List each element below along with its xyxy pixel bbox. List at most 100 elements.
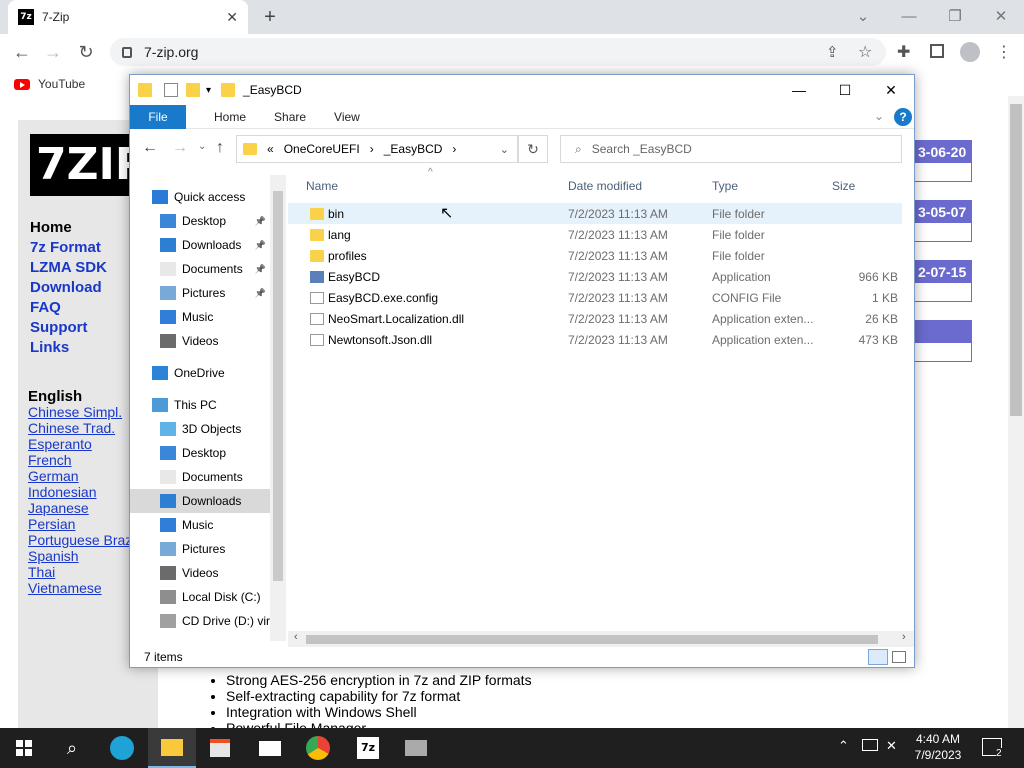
explorer-close-button[interactable]: ✕ xyxy=(868,75,914,105)
tab-title: 7-Zip xyxy=(42,10,70,24)
explorer-address-bar[interactable]: « OneCoreUEFI › _EasyBCD › ⌄ xyxy=(236,135,518,163)
browser-close-button[interactable]: ✕ xyxy=(978,4,1024,30)
breadcrumb-separator-icon[interactable]: › xyxy=(370,142,374,156)
address-bar[interactable]: 7-zip.org xyxy=(110,38,886,66)
large-icons-view-icon[interactable] xyxy=(892,651,906,663)
back-arrow-icon[interactable]: ← xyxy=(142,139,158,157)
clock[interactable]: 4:40 AM 7/9/2023 xyxy=(900,731,976,763)
store-icon[interactable] xyxy=(196,728,244,768)
file-row[interactable]: EasyBCD 7/2/2023 11:13 AM Application 966 K… xyxy=(288,266,902,287)
tab-view[interactable]: View xyxy=(334,110,360,124)
desktop-icon xyxy=(160,446,176,460)
tab-search-chevron-icon[interactable]: ⌄ xyxy=(840,4,886,30)
pin-icon[interactable]: 📌 xyxy=(255,216,266,227)
scroll-left-icon[interactable]: ‹ xyxy=(294,631,298,643)
address-dropdown-icon[interactable]: ⌄ xyxy=(500,143,509,156)
file-explorer-icon[interactable] xyxy=(148,728,196,768)
customize-toolbar-icon[interactable]: ▾ xyxy=(206,85,211,96)
horizontal-scroll-thumb[interactable] xyxy=(306,635,878,644)
nav-item[interactable]: Music xyxy=(130,305,270,329)
nav-item[interactable]: Music xyxy=(130,513,270,537)
tab-share[interactable]: Share xyxy=(274,110,306,124)
side-panel-icon[interactable] xyxy=(930,44,944,58)
7zip-icon[interactable]: 7z xyxy=(344,728,392,768)
profile-avatar-icon[interactable] xyxy=(960,42,980,62)
nav-item[interactable]: Local Disk (C:) xyxy=(130,585,270,609)
nav-item[interactable]: OneDrive xyxy=(130,361,270,385)
pin-icon[interactable]: 📌 xyxy=(255,288,266,299)
back-arrow-icon[interactable]: ← xyxy=(12,42,32,62)
tab-close-icon[interactable]: ✕ xyxy=(226,9,238,26)
column-date[interactable]: Date modified xyxy=(568,179,642,193)
pin-icon[interactable]: 📌 xyxy=(255,264,266,275)
reload-icon[interactable]: ↻ xyxy=(76,42,96,62)
extensions-puzzle-icon[interactable]: ✚ xyxy=(897,42,910,62)
file-row[interactable]: lang 7/2/2023 11:13 AM File folder xyxy=(288,224,902,245)
bookmark-star-icon[interactable]: ☆ xyxy=(858,42,872,62)
nav-item[interactable]: Videos xyxy=(130,561,270,585)
nav-item[interactable]: Documents 📌 xyxy=(130,257,270,281)
nav-item[interactable]: Pictures 📌 xyxy=(130,281,270,305)
scroll-right-icon[interactable]: › xyxy=(902,631,906,643)
bookmark-youtube[interactable]: YouTube xyxy=(38,77,85,91)
show-hidden-icons-icon[interactable]: ⌃ xyxy=(838,738,849,754)
browser-restore-button[interactable]: ❐ xyxy=(932,4,978,30)
nav-item[interactable]: 3D Objects xyxy=(130,417,270,441)
nav-item[interactable]: Videos xyxy=(130,329,270,353)
start-button[interactable] xyxy=(0,728,48,768)
nav-item[interactable]: CD Drive (D:) virt xyxy=(130,609,273,633)
nav-item[interactable]: Desktop 📌 xyxy=(130,209,270,233)
pin-icon[interactable]: 📌 xyxy=(255,240,266,251)
breadcrumb-easybcd[interactable]: _EasyBCD xyxy=(384,142,443,156)
nav-item[interactable]: Quick access xyxy=(130,185,270,209)
file-date: 7/2/2023 11:13 AM xyxy=(568,206,668,221)
menu-kebab-icon[interactable]: ⋮ xyxy=(996,42,1012,62)
browser-minimize-button[interactable]: — xyxy=(886,4,932,30)
navpane-scroll-thumb[interactable] xyxy=(273,191,283,581)
volume-muted-icon[interactable]: ✕ xyxy=(886,738,897,754)
tab-home[interactable]: Home xyxy=(214,110,246,124)
tab-file[interactable]: File xyxy=(130,104,186,129)
file-row[interactable]: bin 7/2/2023 11:13 AM File folder xyxy=(288,203,902,224)
explorer-maximize-button[interactable]: ☐ xyxy=(822,75,868,105)
browser-tab[interactable]: 7z 7-Zip ✕ xyxy=(8,0,248,34)
file-row[interactable]: NeoSmart.Localization.dll 7/2/2023 11:13 … xyxy=(288,308,902,329)
nav-item[interactable]: Downloads xyxy=(130,489,270,513)
properties-icon[interactable] xyxy=(164,83,178,97)
network-app-icon[interactable] xyxy=(392,728,440,768)
search-icon[interactable]: ⌕ xyxy=(48,728,96,768)
up-arrow-icon[interactable]: ↑ xyxy=(216,139,224,157)
nav-item[interactable]: Documents xyxy=(130,465,270,489)
nav-item[interactable]: Pictures xyxy=(130,537,270,561)
file-date: 7/2/2023 11:13 AM xyxy=(568,332,668,347)
edge-icon[interactable] xyxy=(98,728,146,768)
nav-item[interactable]: Desktop xyxy=(130,441,270,465)
column-size[interactable]: Size xyxy=(832,179,855,193)
help-icon[interactable]: ? xyxy=(894,108,912,126)
forward-arrow-icon[interactable]: → xyxy=(172,139,188,157)
breadcrumb-overflow[interactable]: « xyxy=(267,142,274,156)
share-icon[interactable]: ⇪ xyxy=(826,43,839,61)
recent-locations-icon[interactable]: ⌄ xyxy=(198,141,206,152)
page-scroll-thumb[interactable] xyxy=(1010,104,1022,416)
column-type[interactable]: Type xyxy=(712,179,738,193)
mail-icon[interactable] xyxy=(246,728,294,768)
chrome-icon[interactable] xyxy=(294,728,342,768)
new-folder-icon[interactable] xyxy=(186,83,200,97)
search-input[interactable]: ⌕ Search _EasyBCD xyxy=(560,135,902,163)
breadcrumb-separator-icon[interactable]: › xyxy=(452,142,456,156)
file-row[interactable]: profiles 7/2/2023 11:13 AM File folder xyxy=(288,245,902,266)
explorer-minimize-button[interactable]: — xyxy=(776,75,822,105)
file-row[interactable]: EasyBCD.exe.config 7/2/2023 11:13 AM CONFI… xyxy=(288,287,902,308)
file-row[interactable]: Newtonsoft.Json.dll 7/2/2023 11:13 AM Appl… xyxy=(288,329,902,350)
column-name[interactable]: Name xyxy=(306,179,338,193)
nav-item[interactable]: This PC xyxy=(130,393,270,417)
details-view-icon[interactable] xyxy=(868,649,888,665)
forward-arrow-icon[interactable]: → xyxy=(43,42,63,62)
breadcrumb-onecoreuefi[interactable]: OneCoreUEFI xyxy=(284,142,360,156)
ribbon-expand-chevron-icon[interactable]: ⌄ xyxy=(874,109,884,123)
new-tab-button[interactable]: + xyxy=(258,5,282,29)
network-status-icon[interactable] xyxy=(862,739,878,751)
nav-item[interactable]: Downloads 📌 xyxy=(130,233,270,257)
refresh-icon[interactable]: ↻ xyxy=(518,135,548,163)
